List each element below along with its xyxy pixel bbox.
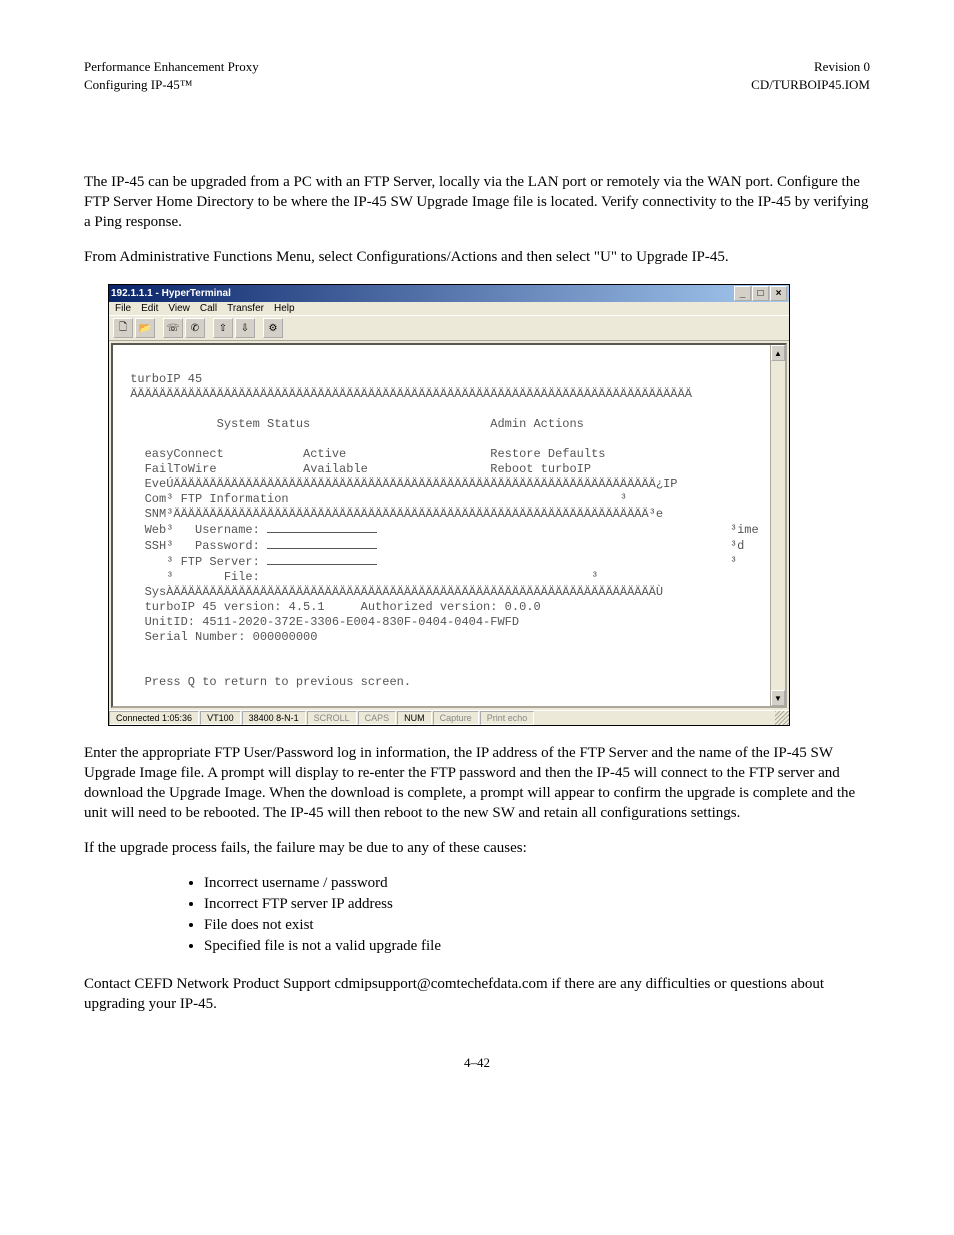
status-printecho: Print echo	[480, 711, 535, 725]
status-term: VT100	[200, 711, 241, 725]
status-scroll: SCROLL	[307, 711, 357, 725]
send-icon[interactable]: ⇧	[213, 318, 233, 338]
minimize-button[interactable]: _	[734, 286, 751, 301]
scroll-up-icon[interactable]: ▲	[771, 345, 785, 361]
paragraph-3: Enter the appropriate FTP User/Password …	[84, 744, 870, 823]
list-item: Incorrect FTP server IP address	[204, 896, 870, 913]
open-icon[interactable]: 📂	[135, 318, 155, 338]
maximize-button[interactable]: □	[752, 286, 769, 301]
window-title: 192.1.1.1 - HyperTerminal	[111, 288, 231, 299]
menu-view[interactable]: View	[168, 303, 190, 314]
status-caps: CAPS	[358, 711, 397, 725]
menu-help[interactable]: Help	[274, 303, 295, 314]
hangup-icon[interactable]: ✆	[185, 318, 205, 338]
scroll-down-icon[interactable]: ▼	[771, 690, 785, 706]
list-item: Incorrect username / password	[204, 875, 870, 892]
running-header: Performance Enhancement Proxy Configurin…	[84, 58, 870, 93]
terminal-output: turboIP 45 ÄÄÄÄÄÄÄÄÄÄÄÄÄÄÄÄÄÄÄÄÄÄÄÄÄÄÄÄÄ…	[113, 345, 770, 706]
status-capture: Capture	[433, 711, 479, 725]
paragraph-4: If the upgrade process fails, the failur…	[84, 839, 870, 859]
call-icon[interactable]: ☏	[163, 318, 183, 338]
titlebar[interactable]: 192.1.1.1 - HyperTerminal _ □ ×	[109, 285, 789, 302]
paragraph-1: The IP-45 can be upgraded from a PC with…	[84, 173, 870, 232]
new-icon[interactable]: 🗋	[113, 318, 133, 338]
menu-edit[interactable]: Edit	[141, 303, 158, 314]
paragraph-2: From Administrative Functions Menu, sele…	[84, 248, 870, 268]
list-item: Specified file is not a valid upgrade fi…	[204, 938, 870, 955]
toolbar: 🗋 📂 ☏ ✆ ⇧ ⇩ ⚙	[109, 315, 789, 341]
menubar: File Edit View Call Transfer Help	[109, 302, 789, 315]
username-field[interactable]	[267, 522, 377, 533]
page-number: 4–42	[84, 1055, 870, 1071]
status-bar: Connected 1:05:36 VT100 38400 8-N-1 SCRO…	[109, 710, 789, 725]
header-section: Configuring IP-45™	[84, 76, 259, 94]
list-item: File does not exist	[204, 917, 870, 934]
status-num: NUM	[397, 711, 432, 725]
status-baud: 38400 8-N-1	[242, 711, 306, 725]
hyperterminal-window: 192.1.1.1 - HyperTerminal _ □ × File Edi…	[108, 284, 790, 726]
receive-icon[interactable]: ⇩	[235, 318, 255, 338]
resize-grip-icon[interactable]	[775, 711, 789, 725]
properties-icon[interactable]: ⚙	[263, 318, 283, 338]
paragraph-5: Contact CEFD Network Product Support cdm…	[84, 975, 870, 1015]
header-title: Performance Enhancement Proxy	[84, 58, 259, 76]
header-revision: Revision 0	[751, 58, 870, 76]
ftp-server-field[interactable]	[267, 554, 377, 565]
status-connected: Connected 1:05:36	[109, 711, 199, 725]
menu-transfer[interactable]: Transfer	[227, 303, 264, 314]
menu-call[interactable]: Call	[200, 303, 217, 314]
failure-causes-list: Incorrect username / password Incorrect …	[204, 875, 870, 955]
password-field[interactable]	[267, 538, 377, 549]
close-button[interactable]: ×	[770, 286, 787, 301]
menu-file[interactable]: File	[115, 303, 131, 314]
header-docid: CD/TURBOIP45.IOM	[751, 76, 870, 94]
scrollbar[interactable]: ▲ ▼	[770, 345, 785, 706]
